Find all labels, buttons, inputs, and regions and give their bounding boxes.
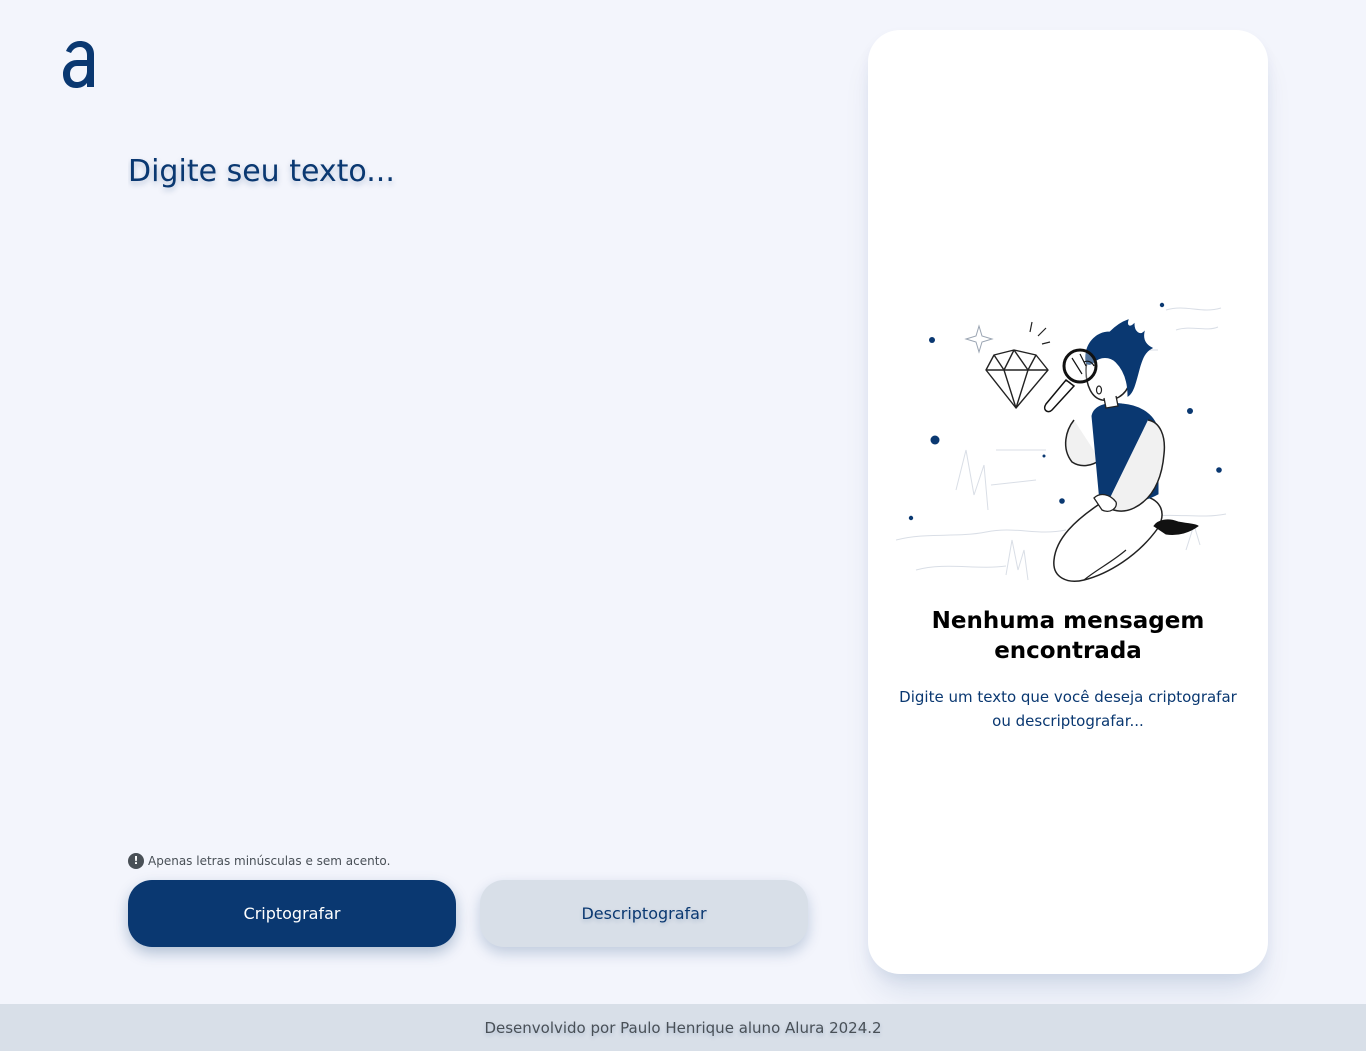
empty-state-text: Digite um texto que você deseja criptogr… — [899, 688, 1237, 730]
input-hint: ! Apenas letras minúsculas e sem acento. — [128, 852, 390, 870]
footer-text: Desenvolvido por Paulo Henrique aluno Al… — [484, 1018, 882, 1037]
output-panel: Nenhuma mensagem encontrada Digite um te… — [868, 30, 1268, 974]
empty-state-title: Nenhuma mensagem encontrada — [931, 608, 1205, 664]
footer: Desenvolvido por Paulo Henrique aluno Al… — [0, 1004, 1366, 1051]
alura-logo-icon[interactable] — [62, 40, 98, 90]
person-with-magnifier-and-diamond-illustration — [896, 302, 1227, 582]
hint-text: Apenas letras minúsculas e sem acento. — [148, 854, 391, 868]
decrypt-button[interactable]: Descriptografar — [480, 880, 808, 947]
encrypt-button[interactable]: Criptografar — [128, 880, 456, 947]
exclamation-circle-icon: ! — [128, 853, 144, 869]
page: ! Apenas letras minúsculas e sem acento.… — [0, 0, 1366, 1051]
message-input[interactable] — [128, 148, 818, 828]
